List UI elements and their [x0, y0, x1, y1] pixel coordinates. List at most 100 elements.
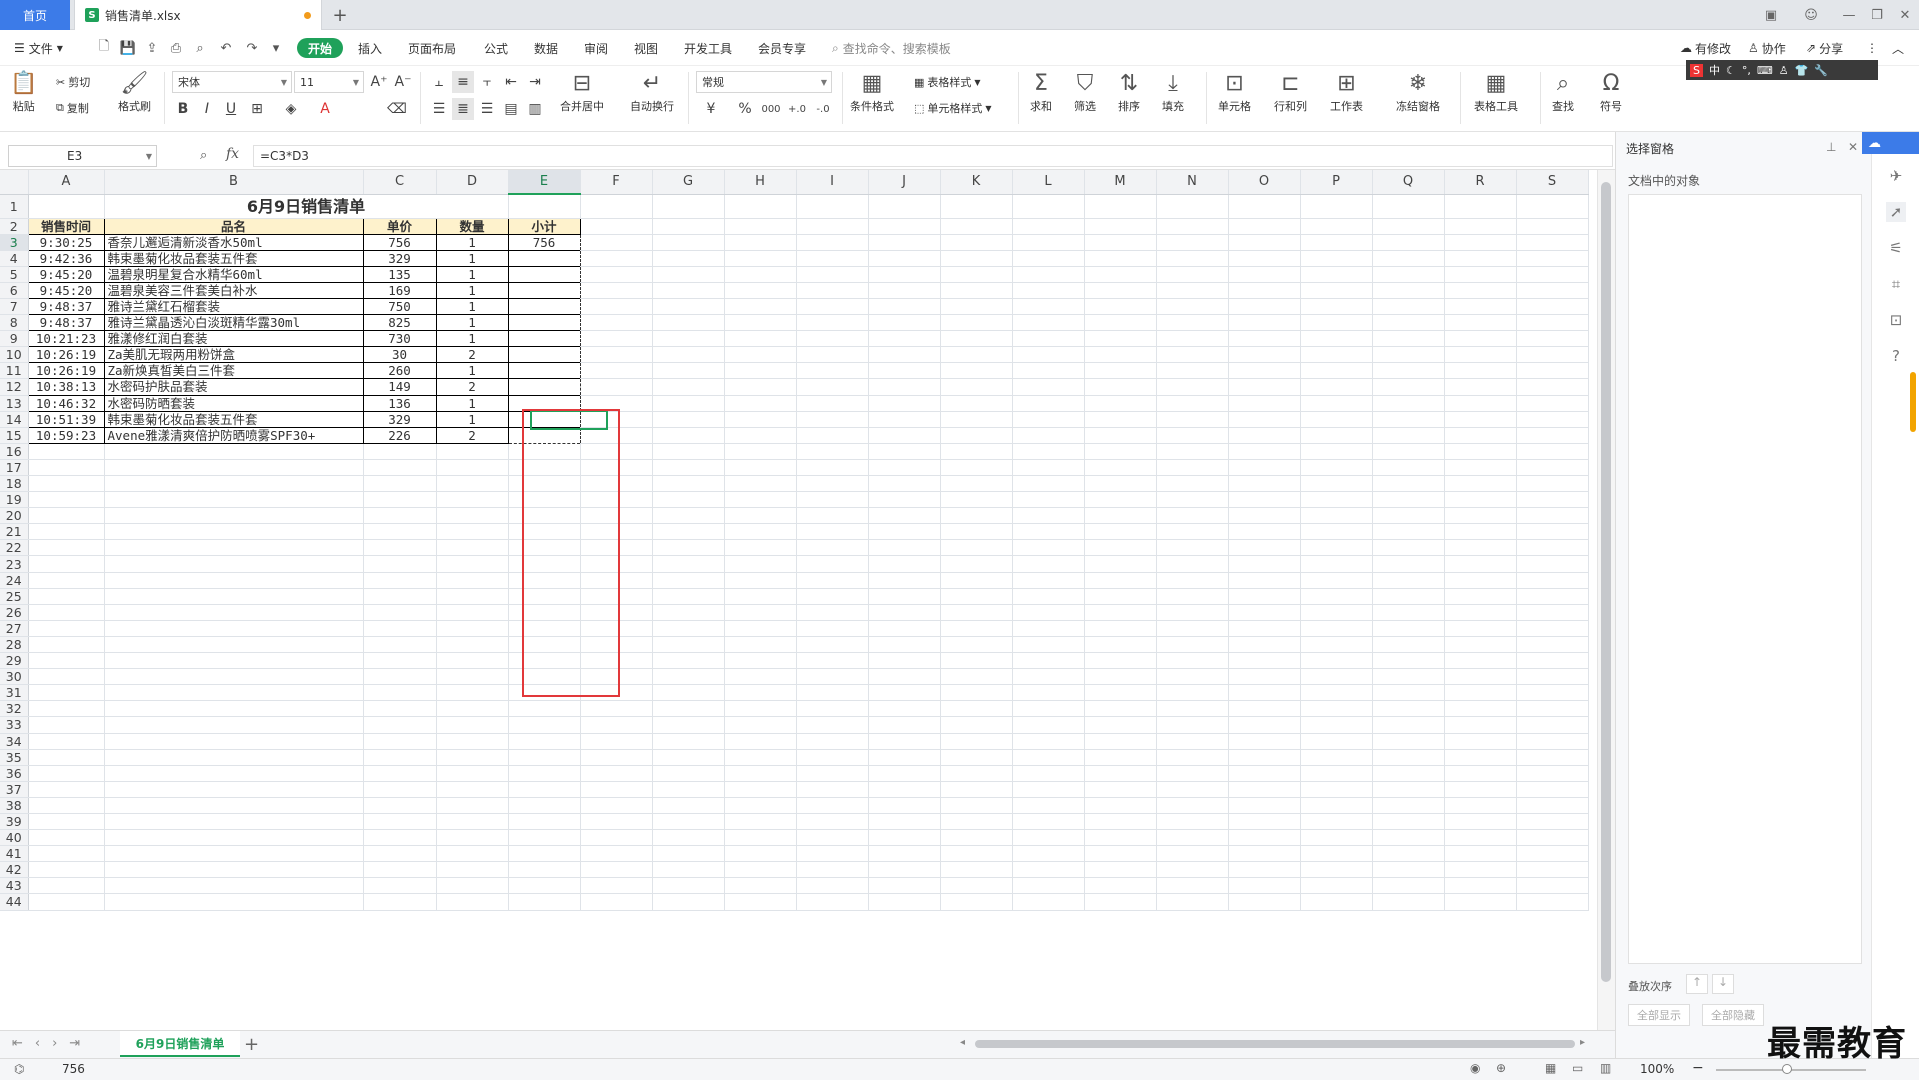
sort-button[interactable]: ⇅ 排序: [1118, 70, 1140, 114]
cell-price[interactable]: 260: [362, 362, 437, 380]
cell-subtotal[interactable]: [507, 265, 581, 283]
cell[interactable]: [1084, 266, 1157, 283]
cell[interactable]: [580, 893, 653, 911]
cell[interactable]: [580, 765, 653, 782]
cell[interactable]: [1372, 346, 1445, 364]
command-search[interactable]: ⌕ 查找命令、搜索模板: [832, 39, 951, 57]
cell[interactable]: [1084, 684, 1157, 702]
cell[interactable]: [28, 684, 105, 702]
cell[interactable]: [652, 652, 725, 670]
row-header[interactable]: 39: [0, 813, 29, 831]
cell[interactable]: [104, 523, 364, 541]
cell[interactable]: [724, 330, 797, 348]
cell[interactable]: [104, 636, 364, 654]
cell[interactable]: [28, 797, 105, 814]
cell[interactable]: [868, 893, 941, 911]
cell[interactable]: [580, 845, 653, 863]
cell[interactable]: [1084, 346, 1157, 364]
cell[interactable]: [1372, 266, 1445, 283]
cell-subtotal[interactable]: [507, 362, 581, 380]
header-cell[interactable]: 品名: [103, 217, 364, 235]
vertical-scroll-thumb[interactable]: [1601, 182, 1611, 982]
row-header[interactable]: 5: [0, 266, 29, 283]
cell[interactable]: [1084, 491, 1157, 509]
cell[interactable]: [1516, 845, 1589, 863]
cell[interactable]: [1372, 459, 1445, 477]
cell[interactable]: [1444, 523, 1517, 541]
cell[interactable]: [436, 765, 509, 782]
cell[interactable]: [1156, 700, 1229, 718]
cell[interactable]: [1084, 555, 1157, 573]
cell[interactable]: [796, 362, 869, 380]
cell[interactable]: [1228, 620, 1301, 637]
row-header[interactable]: 7: [0, 298, 29, 316]
cell[interactable]: [724, 362, 797, 380]
cell[interactable]: [1444, 250, 1517, 267]
cell[interactable]: [940, 523, 1013, 541]
cell[interactable]: [1444, 507, 1517, 525]
cell[interactable]: [1228, 749, 1301, 766]
cell[interactable]: [436, 845, 509, 863]
cell[interactable]: [1012, 765, 1085, 782]
add-sheet-button[interactable]: +: [244, 1034, 259, 1055]
cell[interactable]: [1156, 829, 1229, 847]
cell[interactable]: [652, 588, 725, 605]
new-tab-button[interactable]: +: [328, 3, 352, 27]
cell[interactable]: [1012, 572, 1085, 589]
cell[interactable]: [652, 620, 725, 637]
font-color-icon[interactable]: A: [314, 98, 336, 120]
cell[interactable]: [1372, 636, 1445, 654]
cell-product[interactable]: 韩束墨菊化妆品套装五件套: [103, 410, 364, 428]
cell[interactable]: [1516, 539, 1589, 557]
cell[interactable]: [508, 539, 581, 557]
cell[interactable]: [1012, 362, 1085, 380]
cell[interactable]: [652, 861, 725, 879]
cell[interactable]: [580, 829, 653, 847]
cell[interactable]: [580, 813, 653, 831]
cell[interactable]: [940, 893, 1013, 911]
cell[interactable]: [1012, 588, 1085, 605]
cell[interactable]: [508, 765, 581, 782]
cell[interactable]: [724, 893, 797, 911]
cell[interactable]: [652, 314, 725, 332]
row-header[interactable]: 38: [0, 797, 29, 814]
cell[interactable]: [580, 668, 653, 686]
cell[interactable]: [104, 845, 364, 863]
cell[interactable]: [580, 523, 653, 541]
row-header[interactable]: 21: [0, 523, 29, 541]
cell[interactable]: [1012, 194, 1085, 219]
cell[interactable]: [1012, 507, 1085, 525]
cell[interactable]: [868, 620, 941, 637]
cell-time[interactable]: 10:26:19: [27, 362, 105, 380]
cell[interactable]: [580, 395, 653, 412]
cell[interactable]: [508, 749, 581, 766]
row-header[interactable]: 27: [0, 620, 29, 637]
cell[interactable]: [1084, 378, 1157, 396]
cell[interactable]: [1156, 588, 1229, 605]
cell[interactable]: [1516, 829, 1589, 847]
wrap-text-button[interactable]: ↵ 自动换行: [630, 70, 674, 114]
cell[interactable]: [1156, 475, 1229, 493]
copy-button[interactable]: ⧉ 复制: [56, 100, 89, 116]
cell[interactable]: [508, 475, 581, 493]
preview-icon[interactable]: ⌕: [192, 40, 208, 56]
cell[interactable]: [724, 194, 797, 219]
cell[interactable]: [436, 668, 509, 686]
cell-subtotal[interactable]: [507, 410, 581, 428]
cell[interactable]: [508, 459, 581, 477]
row-header[interactable]: 22: [0, 539, 29, 557]
cell[interactable]: [1372, 362, 1445, 380]
share-button[interactable]: ⇗ 分享: [1806, 39, 1843, 57]
send-backward-icon[interactable]: ↓: [1712, 974, 1734, 994]
cell[interactable]: [868, 395, 941, 412]
cell[interactable]: [1372, 443, 1445, 460]
cell[interactable]: [1372, 427, 1445, 444]
cell[interactable]: [104, 652, 364, 670]
cell[interactable]: [1300, 362, 1373, 380]
cell[interactable]: [796, 813, 869, 831]
cell[interactable]: [724, 427, 797, 444]
cell[interactable]: [868, 378, 941, 396]
cell[interactable]: [363, 588, 437, 605]
cell[interactable]: [652, 829, 725, 847]
cell[interactable]: [1156, 877, 1229, 895]
